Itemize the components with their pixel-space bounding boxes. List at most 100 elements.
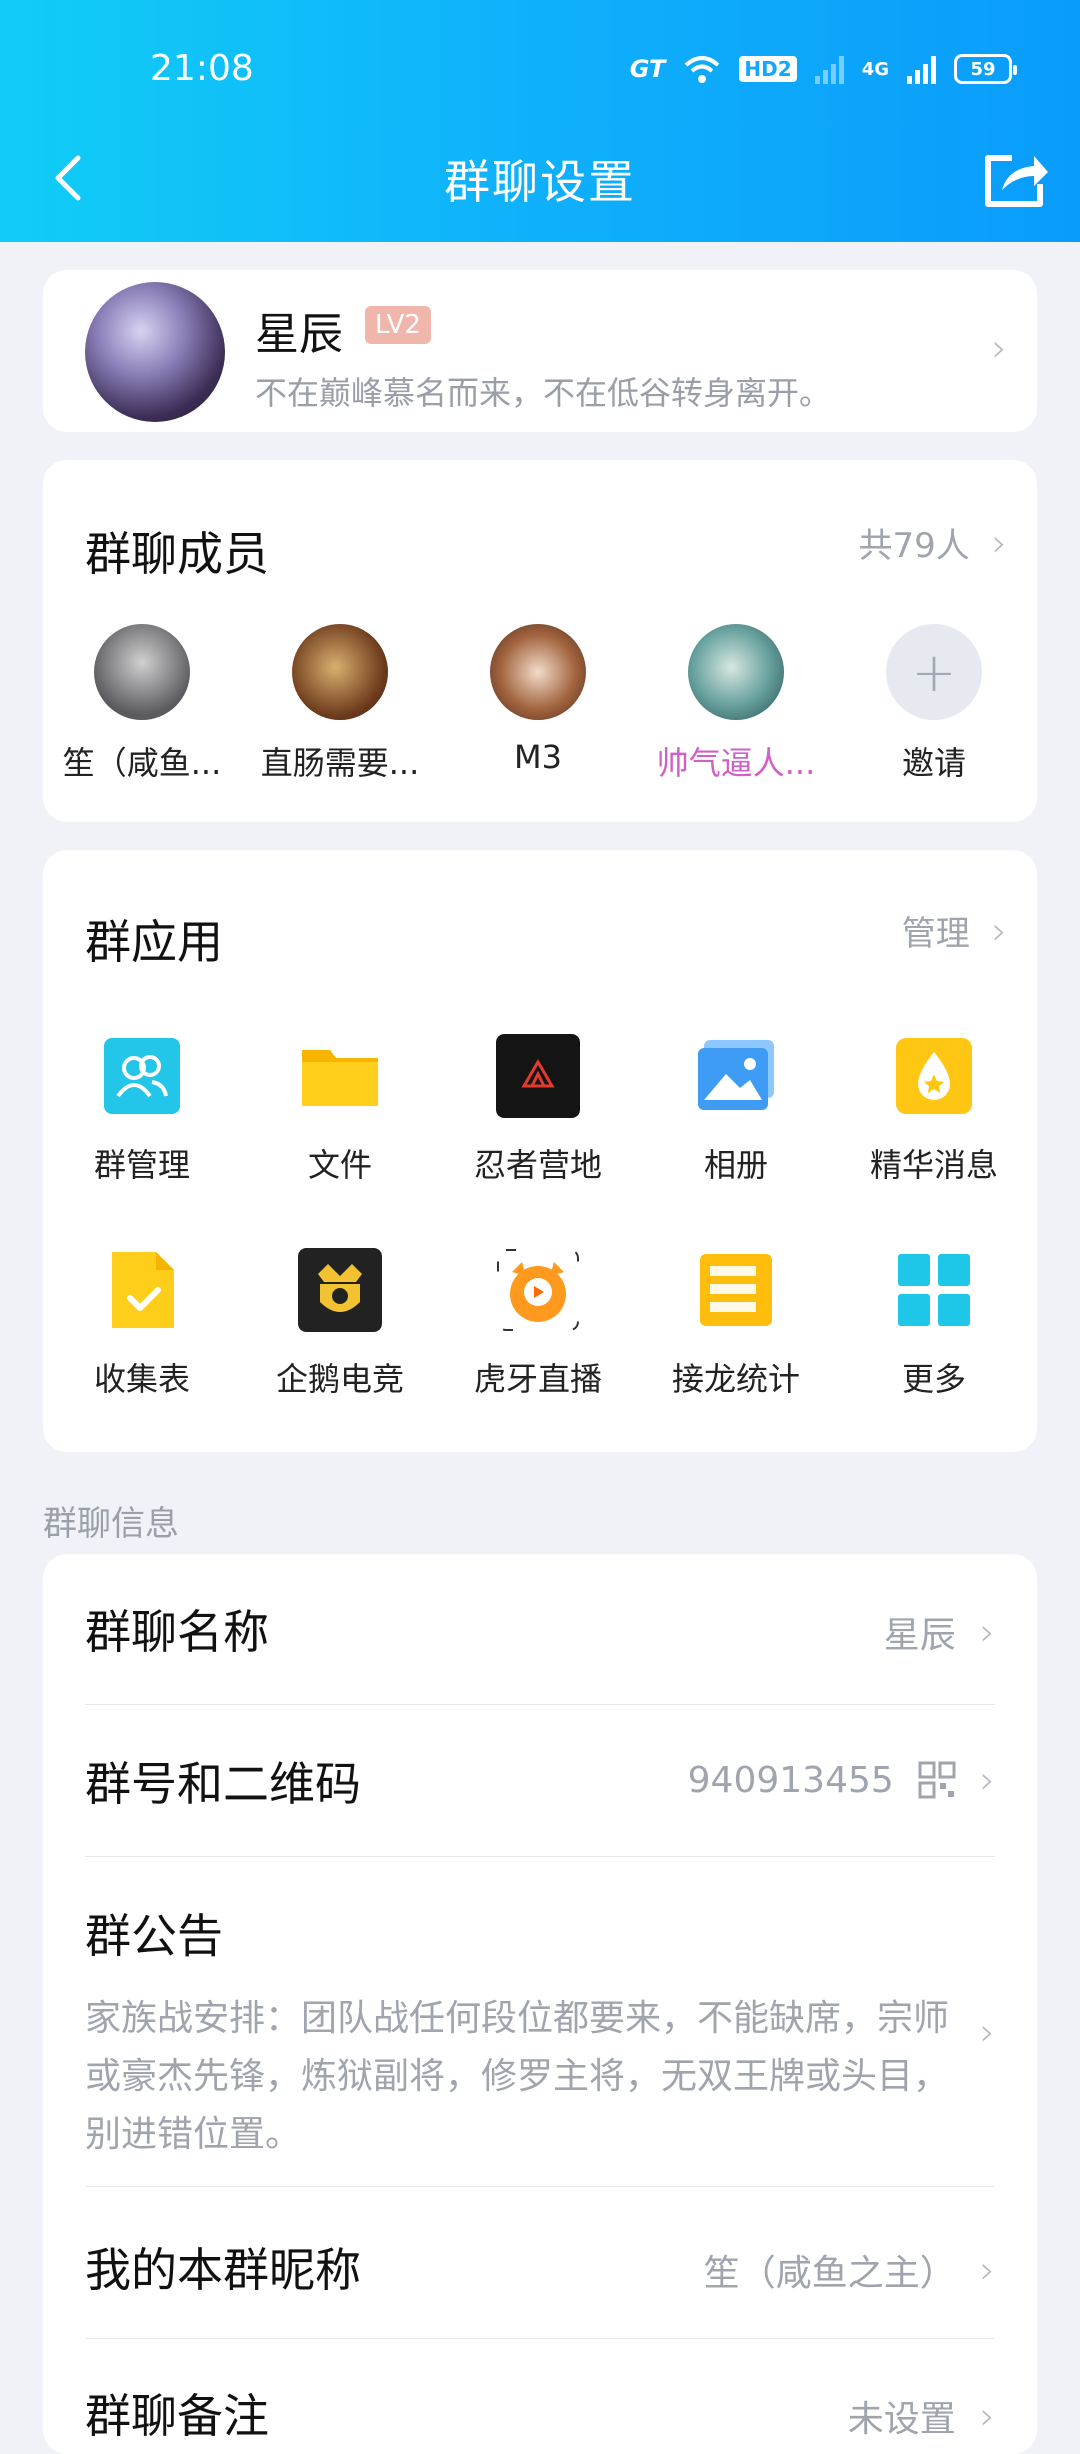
solitaire-icon [700,1254,772,1326]
app-label: 收集表 [93,1360,190,1398]
app-essence[interactable]: 精华消息 [835,1034,1033,1186]
group-name-row[interactable]: 群聊名称 星辰 › [85,1596,995,1662]
more-grid-icon [898,1254,970,1326]
invite-label: 邀请 [901,744,966,782]
app-label: 群管理 [93,1146,190,1184]
group-remark-row[interactable]: 群聊备注 未设置 › [85,2380,995,2446]
battery-icon: 59 [954,54,1017,84]
album-icon [698,1040,774,1110]
app-solitaire[interactable]: 接龙统计 [637,1248,835,1400]
member-list: 笙（咸鱼... 直肠需要... M3 帅气逼人... + 邀请 [43,624,1037,784]
member-item[interactable]: 直肠需要... [241,624,439,784]
header: 21:08 GT HD2 4G 59 群聊设置 [0,0,1080,242]
wifi-icon [685,56,720,83]
gt-icon: GT [629,55,666,83]
divider [85,1856,995,1857]
invite-button[interactable]: + 邀请 [835,624,1033,784]
divider [85,2186,995,2187]
group-info-section-label: 群聊信息 [43,1504,179,1544]
chevron-right-icon: › [979,2010,995,2054]
group-id-value: 940913455 [687,1759,894,1801]
chevron-right-icon: › [979,2394,995,2438]
apps-manage-label: 管理 [901,914,970,954]
chevron-right-icon: › [979,1610,995,1654]
chevron-right-icon: › [991,908,1007,953]
member-item[interactable]: 帅气逼人... [637,624,835,784]
plus-icon: + [886,624,982,720]
network-type: 4G [861,58,889,80]
group-id-row[interactable]: 群号和二维码 940913455 › [85,1748,995,1814]
group-profile-card[interactable]: 星辰 LV2 不在巅峰慕名而来，不在低谷转身离开。 › [43,270,1037,432]
app-label: 相册 [703,1146,768,1184]
app-label: 忍者营地 [473,1146,602,1184]
status-time: 21:08 [150,48,254,89]
my-nickname-value: 笙（咸鱼之主） [703,2253,956,2294]
esports-icon [298,1248,382,1332]
signal-2-icon [907,54,936,84]
signal-1-icon [814,54,844,84]
apps-title: 群应用 [85,915,223,969]
group-name-value: 星辰 [883,1615,956,1656]
app-esports[interactable]: 企鹅电竞 [241,1248,439,1400]
essence-icon [896,1038,972,1114]
group-avatar[interactable] [85,282,225,422]
app-grid: 群管理 文件 忍者营地 相册 精华消息 收集表 企鹅电竞 虎牙直播 接龙统计 更… [43,1034,1037,1400]
group-name-label: 群聊名称 [85,1605,269,1659]
group-name-title: 星辰 [255,309,343,360]
app-huya[interactable]: 虎牙直播 [439,1248,637,1400]
member-name: M3 [514,738,562,776]
chevron-right-icon: › [979,1758,995,1802]
group-notice-label: 群公告 [85,1909,223,1963]
group-manage-icon [104,1038,180,1114]
app-ninja-camp[interactable]: 忍者营地 [439,1034,637,1186]
app-label: 企鹅电竞 [275,1360,404,1398]
my-nickname-row[interactable]: 我的本群昵称 笙（咸鱼之主） › [85,2234,995,2300]
battery-level: 59 [970,58,996,80]
divider [85,1704,995,1705]
members-card: 群聊成员 共79人 › 笙（咸鱼... 直肠需要... M3 帅气逼人... +… [43,460,1037,822]
page-title: 群聊设置 [444,155,636,209]
group-signature: 不在巅峰慕名而来，不在低谷转身离开。 [255,374,832,412]
huya-icon [497,1249,579,1331]
member-item[interactable]: M3 [439,624,637,784]
app-file[interactable]: 文件 [241,1034,439,1186]
apps-manage-link[interactable]: 管理 › [902,906,1007,955]
member-avatar [688,624,784,720]
app-label: 精华消息 [869,1146,998,1184]
chevron-right-icon: › [991,520,1007,565]
status-icons: GT HD2 4G 59 [629,54,1017,84]
app-form[interactable]: 收集表 [43,1248,241,1400]
group-remark-value: 未设置 [847,2399,956,2440]
members-title: 群聊成员 [85,527,269,581]
group-notice-row[interactable]: 群公告 家族战安排：团队战任何段位都要来，不能缺席，宗师或豪杰先锋，炼狱副将，修… [85,1900,995,2164]
member-name: 帅气逼人... [656,744,816,782]
member-avatar [490,624,586,720]
app-group-manage[interactable]: 群管理 [43,1034,241,1186]
divider [85,2338,995,2339]
chevron-right-icon: › [991,326,1007,370]
hd-icon: HD2 [739,56,797,82]
form-icon [112,1252,174,1328]
member-name: 笙（咸鱼... [62,744,222,782]
app-label: 更多 [901,1360,966,1398]
share-icon[interactable] [980,146,1050,212]
app-more[interactable]: 更多 [835,1248,1033,1400]
my-nickname-label: 我的本群昵称 [85,2243,361,2297]
group-id-label: 群号和二维码 [85,1757,361,1811]
group-apps-card: 群应用 管理 › 群管理 文件 忍者营地 相册 精华消息 收集表 企鹅电竞 虎牙… [43,850,1037,1452]
nav-bar: 群聊设置 [0,140,1080,240]
member-name: 直肠需要... [260,744,420,782]
qr-code-icon [918,1761,956,1799]
group-remark-label: 群聊备注 [85,2389,269,2443]
status-bar: 21:08 GT HD2 4G 59 [0,0,1080,140]
member-item[interactable]: 笙（咸鱼... [43,624,241,784]
app-label: 文件 [307,1146,372,1184]
member-avatar [292,624,388,720]
app-label: 接龙统计 [671,1360,800,1398]
members-count-link[interactable]: 共79人 › [859,518,1007,567]
members-count: 共79人 [858,526,970,566]
app-album[interactable]: 相册 [637,1034,835,1186]
group-notice-text: 家族战安排：团队战任何段位都要来，不能缺席，宗师或豪杰先锋，炼狱副将，修罗主将，… [85,1998,950,2155]
member-avatar [94,624,190,720]
level-badge: LV2 [365,306,431,344]
